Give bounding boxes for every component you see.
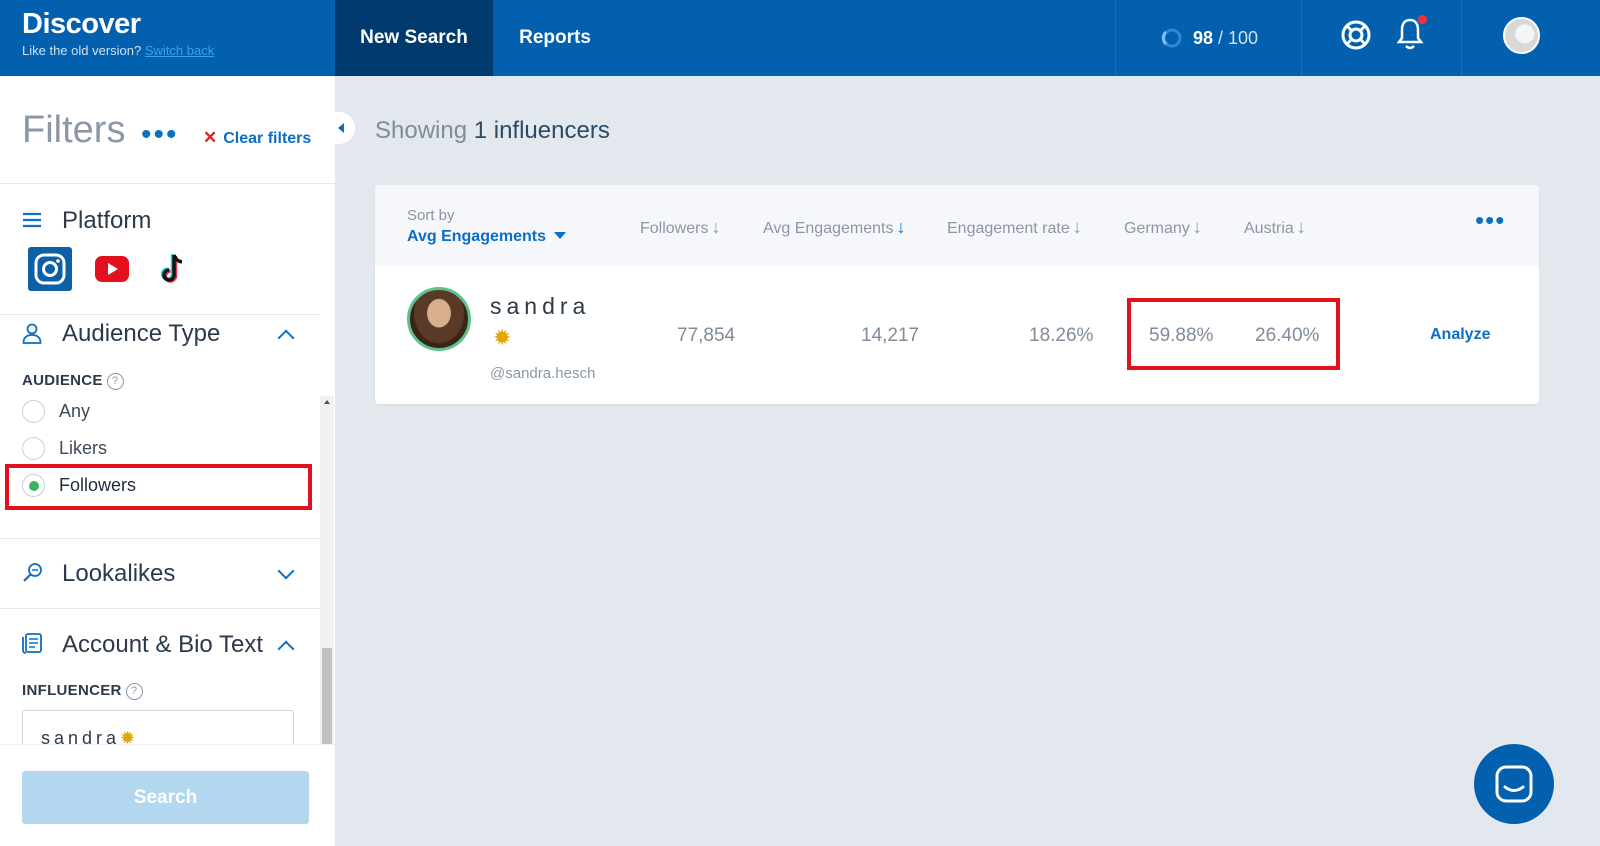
analyze-button[interactable]: Analyze (1430, 326, 1490, 344)
lookalikes-title: Lookalikes (62, 560, 176, 587)
section-divider (0, 314, 320, 315)
lookalike-search-icon (23, 563, 42, 582)
radio-button[interactable] (22, 400, 45, 423)
audience-type-title: Audience Type (62, 320, 221, 347)
filters-title: Filters (22, 109, 126, 151)
influencer-name[interactable]: sandra (490, 293, 590, 320)
scrollbar-thumb[interactable] (322, 648, 332, 756)
sort-arrow-down-icon: ↓ (711, 217, 721, 237)
help-question-icon[interactable]: ? (106, 373, 124, 390)
chevron-up-icon[interactable] (277, 329, 295, 347)
filters-more-button[interactable]: ••• (141, 120, 179, 150)
chat-icon (1495, 765, 1533, 803)
user-icon (22, 323, 42, 344)
clear-filters-button[interactable]: ✕ Clear filters (203, 128, 311, 148)
showing-prefix: Showing (375, 117, 468, 144)
section-divider (0, 538, 320, 539)
sort-arrow-down-icon: ↓ (1192, 217, 1202, 237)
header-icons (1302, 0, 1462, 76)
youtube-icon[interactable] (95, 256, 129, 282)
top-bar: Discover Like the old version? Switch ba… (0, 0, 1600, 76)
filters-scroll-area[interactable]: Platform Audience Type AUDIENCE? Any Lik… (0, 184, 320, 744)
column-followers[interactable]: Followers ↓ (640, 217, 720, 238)
sun-emoji-icon: ✹ (493, 325, 512, 350)
nav-new-search[interactable]: New Search (335, 0, 493, 76)
scroll-up-arrow-icon[interactable] (324, 400, 330, 404)
caret-left-icon (338, 123, 344, 133)
user-avatar[interactable] (1503, 17, 1540, 54)
account-bio-title: Account & Bio Text (62, 631, 263, 658)
sort-by-dropdown[interactable]: Avg Engagements (407, 228, 566, 246)
audience-label-text: AUDIENCE (22, 372, 103, 389)
chat-widget-button[interactable] (1474, 744, 1554, 824)
audience-option-likers[interactable]: Likers (22, 437, 107, 460)
filters-sidebar: Filters ••• ✕ Clear filters Platform Aud… (0, 76, 335, 846)
instagram-icon[interactable] (28, 247, 72, 291)
sort-arrow-down-icon: ↓ (896, 217, 906, 237)
tiktok-icon[interactable] (158, 252, 188, 286)
column-austria[interactable]: Austria ↓ (1244, 217, 1306, 238)
influencer-handle: @sandra.hesch (490, 365, 596, 382)
audience-option-label: Likers (59, 438, 108, 458)
table-more-button[interactable]: ••• (1475, 207, 1505, 233)
results-table: Sort by Avg Engagements Followers ↓ Avg E… (375, 185, 1539, 404)
credits-counter[interactable]: 98 / 100 (1115, 0, 1302, 76)
column-label: Avg Engagements (763, 220, 894, 237)
notification-dot (1418, 15, 1427, 24)
influencer-label: INFLUENCER? (22, 682, 143, 700)
audience-label: AUDIENCE? (22, 372, 124, 390)
switch-back-link[interactable]: Switch back (145, 43, 214, 58)
column-label: Engagement rate (947, 220, 1070, 237)
results-count: Showing 1 influencers (375, 117, 610, 145)
filters-header: Filters ••• ✕ Clear filters (0, 76, 335, 184)
column-avg-engagements[interactable]: Avg Engagements ↓ (763, 217, 905, 238)
radio-button[interactable] (22, 437, 45, 460)
clear-filters-label: Clear filters (223, 130, 312, 147)
avg-engagements-value: 14,217 (861, 325, 920, 346)
credits-ring-icon (1161, 28, 1182, 48)
audience-option-any[interactable]: Any (22, 400, 90, 423)
search-button[interactable]: Search (22, 771, 309, 824)
menu-lines-icon (23, 212, 41, 228)
sort-by-value: Avg Engagements (407, 228, 546, 245)
bio-document-icon (22, 633, 42, 654)
column-label: Austria (1244, 220, 1294, 237)
help-question-icon[interactable]: ? (125, 683, 143, 700)
audience-option-label: Any (59, 401, 91, 421)
engagement-rate-value: 18.26% (1029, 325, 1094, 346)
column-germany[interactable]: Germany ↓ (1124, 217, 1202, 238)
showing-count: 1 influencers (473, 117, 610, 144)
nav-reports[interactable]: Reports (494, 0, 616, 76)
section-divider (0, 608, 320, 609)
old-version-text: Like the old version? (22, 43, 142, 58)
help-lifebuoy-icon[interactable] (1340, 19, 1372, 51)
collapse-sidebar-button[interactable] (335, 112, 355, 144)
sort-arrow-down-icon: ↓ (1296, 217, 1306, 237)
column-label: Followers (640, 220, 709, 237)
followers-value: 77,854 (677, 325, 736, 346)
column-label: Germany (1124, 220, 1190, 237)
sort-arrow-down-icon: ↓ (1072, 217, 1082, 237)
chevron-down-icon[interactable] (277, 562, 295, 580)
caret-down-icon (554, 232, 566, 239)
column-engagement-rate[interactable]: Engagement rate ↓ (947, 217, 1082, 238)
brand-title: Discover (22, 8, 141, 40)
influencer-avatar[interactable] (407, 287, 471, 351)
brand: Discover Like the old version? Switch ba… (22, 8, 214, 58)
influencer-label-text: INFLUENCER (22, 682, 122, 699)
credits-used: 98 (1192, 27, 1213, 48)
highlight-box (1127, 298, 1340, 370)
brand-subtitle: Like the old version? Switch back (22, 43, 214, 58)
search-footer: Search (0, 744, 335, 846)
results-table-header: Sort by Avg Engagements Followers ↓ Avg E… (375, 185, 1539, 266)
credits-total: / 100 (1217, 27, 1259, 48)
sort-by-label: Sort by (407, 207, 455, 224)
chevron-up-icon[interactable] (277, 640, 295, 658)
close-icon: ✕ (203, 128, 218, 147)
platform-title: Platform (62, 207, 152, 234)
highlight-box (5, 464, 312, 510)
